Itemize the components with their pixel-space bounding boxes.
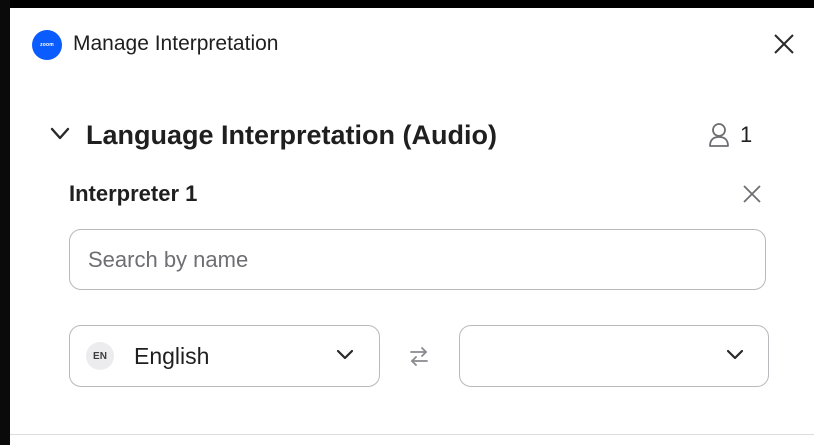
from-language-dropdown[interactable]: EN English — [69, 325, 380, 387]
manage-interpretation-window: zoom Manage Interpretation Language Inte… — [10, 8, 814, 445]
from-language-name: English — [134, 343, 210, 369]
swap-arrows-icon[interactable] — [408, 344, 430, 368]
participant-count: 1 — [708, 120, 752, 150]
interpreter-label: Interpreter 1 — [69, 181, 198, 206]
chevron-down-icon[interactable] — [50, 126, 70, 142]
window-close-button[interactable] — [770, 30, 798, 58]
zoom-logo-icon: zoom — [32, 30, 62, 60]
footer-divider — [10, 434, 814, 435]
to-language-dropdown[interactable] — [459, 325, 769, 387]
language-interpretation-section-header: Language Interpretation (Audio) 1 — [46, 114, 776, 154]
close-icon — [743, 185, 761, 203]
language-code-badge: EN — [86, 342, 114, 370]
background-left-edge — [0, 0, 10, 445]
search-interpreter-input[interactable] — [69, 229, 766, 290]
participant-count-value: 1 — [740, 122, 753, 147]
section-title: Language Interpretation (Audio) — [86, 120, 497, 150]
zoom-logo-text: zoom — [40, 42, 54, 48]
background-top-edge — [0, 0, 814, 8]
chevron-down-icon — [726, 349, 744, 360]
remove-interpreter-button[interactable] — [738, 180, 766, 208]
title-bar: zoom Manage Interpretation — [10, 8, 814, 78]
chevron-down-icon — [336, 349, 354, 360]
window-title: Manage Interpretation — [73, 32, 279, 55]
person-icon — [709, 123, 729, 147]
close-icon — [774, 34, 794, 54]
